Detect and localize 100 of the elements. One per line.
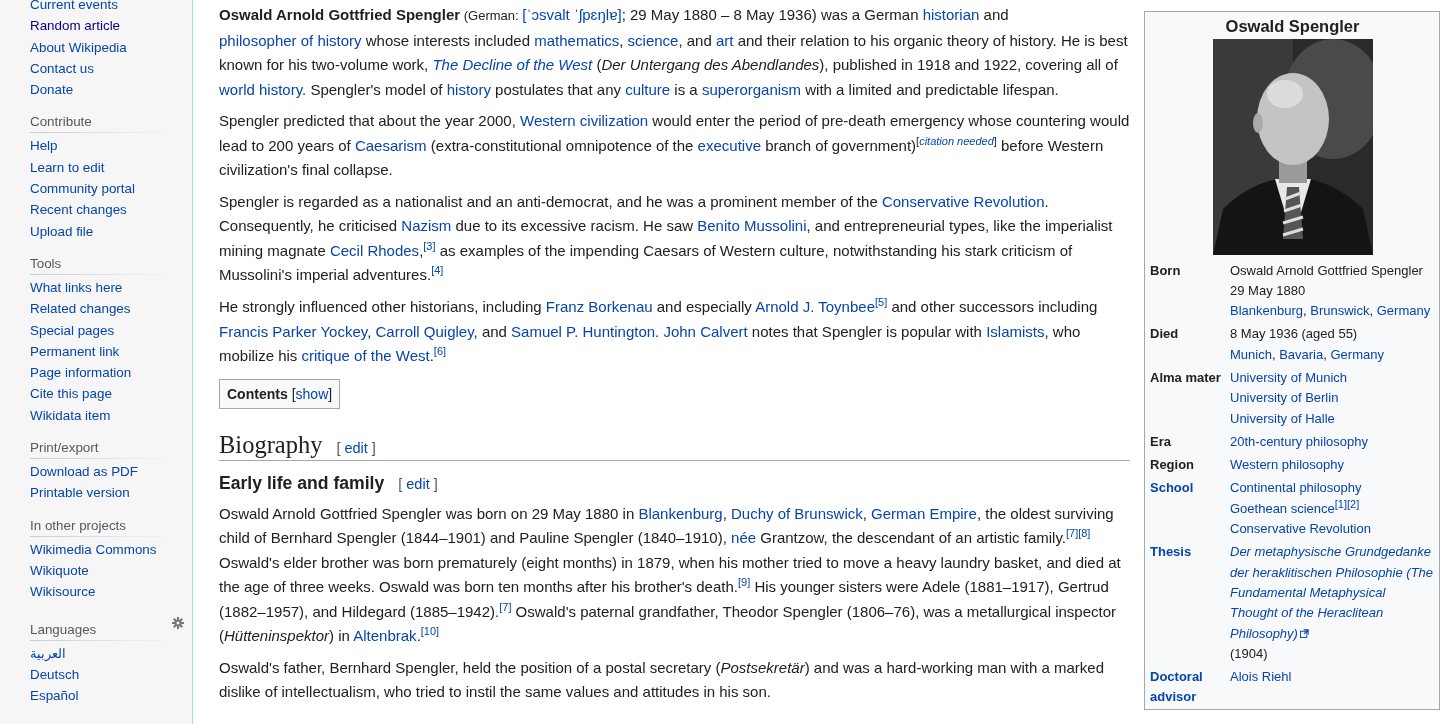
bracket-text: ]: [371, 439, 376, 456]
link[interactable]: née: [731, 529, 757, 547]
paragraph-text: Spengler is regarded as a nationalist and an anti-democrat, and he was a prominent member of the Conservative Revolution. Consequently, he criticised Nazism due to its excessive racism. He saw Benito Mussolini, and entrepreneurial types, like the imperialist mining magnate Cecil Rhodes,$^{[3]}$ as examples of the impending Caesars of Western culture, notwithstanding his stark criticism of Mussolini's imperial adventures.$^{[4]}$: [219, 191, 1114, 286]
sidebar-link[interactable]: Wikidata item: [30, 404, 174, 427]
sidebar-link[interactable]: Español: [30, 685, 174, 707]
settings-icon[interactable]: [172, 616, 184, 629]
sidebar-heading: Tools: [30, 255, 62, 271]
link[interactable]: Western civilization: [520, 112, 649, 130]
link[interactable]: Germany: [1376, 303, 1431, 319]
sidebar-link[interactable]: Wikiquote: [30, 559, 174, 582]
sidebar-link[interactable]: Current events: [30, 0, 174, 16]
infobox-value: 8 May 1936 (aged 55): [1230, 325, 1359, 344]
sidebar-link[interactable]: Contact us: [30, 57, 174, 80]
citation-link[interactable]: [4]: [431, 264, 444, 277]
sidebar-link[interactable]: العربية: [30, 642, 174, 664]
citation-link[interactable]: [6]: [433, 345, 447, 358]
sidebar-link[interactable]: Help: [30, 135, 174, 157]
link[interactable]: University of Halle: [1230, 410, 1335, 426]
sidebar-link[interactable]: Printable version: [30, 482, 174, 504]
link[interactable]: Germany: [1330, 346, 1384, 362]
link[interactable]: Arnold J. Toynbee: [755, 298, 875, 316]
external-link[interactable]: Der metaphysische Grundgedanke der heraklitischen Philosophie (The Fundamental Metaphysical Thought of the Heraclitean Philosophy): [1230, 542, 1435, 644]
subsection-heading: Early life and family: [219, 472, 385, 494]
infobox-label: Born: [1150, 261, 1182, 280]
link[interactable]: Samuel P. Huntington: [511, 322, 656, 340]
link[interactable]: Alois Riehl: [1230, 669, 1292, 685]
link[interactable]: University of Berlin: [1230, 390, 1339, 406]
link[interactable]: Conservative Revolution: [1230, 521, 1371, 537]
link[interactable]: Western philosophy: [1230, 457, 1344, 473]
citation-link[interactable]: [9]: [738, 576, 751, 589]
infobox-label-link[interactable]: Thesis: [1150, 542, 1230, 665]
link[interactable]: critique of the West: [301, 347, 430, 365]
link[interactable]: German Empire: [871, 504, 977, 522]
sidebar-link[interactable]: Community portal: [30, 178, 174, 200]
link[interactable]: art: [715, 31, 734, 49]
citation-link[interactable]: [2]: [1347, 497, 1360, 510]
link[interactable]: Blankenburg: [638, 504, 723, 522]
sidebar-link[interactable]: Page information: [30, 362, 174, 384]
sidebar-link[interactable]: Download as PDF: [30, 461, 174, 483]
infobox-label: Died: [1150, 325, 1180, 344]
infobox-label-link[interactable]: Doctoral advisor: [1150, 667, 1230, 708]
bracket-text: [: [336, 439, 341, 456]
sidebar-link[interactable]: Wikisource: [30, 581, 174, 603]
link[interactable]: Benito Mussolini: [697, 217, 807, 235]
edit-link[interactable]: edit: [344, 439, 368, 456]
citation-link[interactable]: [8]: [1078, 527, 1091, 540]
sidebar-link[interactable]: Upload file: [30, 220, 174, 242]
citation-link[interactable]: [5]: [875, 296, 888, 309]
link[interactable]: John Calvert: [663, 322, 748, 340]
contents-title: Contents: [227, 385, 288, 402]
sidebar-link[interactable]: About Wikipedia: [30, 36, 174, 58]
link[interactable]: Nazism: [401, 217, 452, 235]
link[interactable]: Franz Borkenau: [545, 298, 653, 316]
link[interactable]: [ˈɔsvalt ˈʃpɛŋlɐ]: [522, 6, 622, 23]
sidebar-link[interactable]: Learn to edit: [30, 156, 174, 179]
infobox-label-link[interactable]: School: [1150, 478, 1230, 540]
link[interactable]: Conservative Revolution: [881, 192, 1045, 210]
citation-link[interactable]: [10]: [420, 625, 440, 638]
link[interactable]: 20th-century philosophy: [1230, 433, 1369, 449]
citation-link[interactable]: [7]: [1065, 527, 1079, 540]
link[interactable]: Carroll Quigley: [375, 322, 474, 340]
infobox-value: Oswald Arnold Gottfried Spengler: [1230, 261, 1424, 280]
sidebar-link[interactable]: Donate: [30, 79, 174, 101]
sidebar-link[interactable]: Permanent link: [30, 340, 174, 363]
infobox-value: Blankenburg, Brunswick, Germany: [1230, 302, 1432, 321]
infobox-label: Alma mater: [1150, 369, 1222, 387]
link[interactable]: Goethean science: [1230, 500, 1335, 516]
citation-link[interactable]: [7]: [499, 600, 512, 613]
link[interactable]: Blankenburg: [1230, 303, 1303, 319]
sidebar-heading: Languages: [30, 621, 97, 637]
link[interactable]: Duchy of Brunswick: [731, 504, 863, 522]
link[interactable]: Islamists: [986, 322, 1045, 340]
citation-needed-link[interactable]: citation needed: [919, 134, 994, 147]
sidebar-heading: In other projects: [30, 517, 127, 533]
link[interactable]: Altenbrak: [353, 627, 417, 645]
link[interactable]: University of Munich: [1230, 370, 1348, 385]
sidebar-link[interactable]: What links here: [30, 276, 174, 299]
sidebar-link[interactable]: Cite this page: [30, 383, 174, 405]
paragraph-text: Oswald Arnold Gottfried Spengler (German: [ˈɔsvalt ˈʃpɛŋlɐ]; 29 May 1880 – 8 May 1936) was a German historian and philosopher of history whose interests included mathematics, science, and art and their relation to his organic theory of history. He is best known for his two-volume work, The Decline of the West (Der Untergang des Abendlandes), published in 1918 and 1922, covering all of world history. Spengler's model of history postulates that any culture is a superorganism with a limited and predictable lifespan.: [219, 5, 1129, 100]
link[interactable]: history: [446, 80, 491, 98]
link[interactable]: culture: [625, 80, 671, 98]
sidebar-link[interactable]: Related changes: [30, 298, 174, 320]
citation-link[interactable]: [1]: [1334, 497, 1348, 510]
link[interactable]: historian: [922, 6, 980, 23]
link[interactable]: Continental philosophy: [1230, 480, 1362, 496]
link[interactable]: executive: [697, 136, 761, 154]
citation-link[interactable]: [3]: [423, 239, 436, 252]
link[interactable]: Munich: [1230, 346, 1272, 362]
link[interactable]: philosopher of history: [219, 31, 362, 49]
edit-link[interactable]: edit: [406, 475, 430, 492]
link[interactable]: science: [627, 31, 679, 49]
sidebar-link[interactable]: Recent changes: [30, 199, 174, 221]
sidebar-link[interactable]: Special pages: [30, 319, 174, 341]
infobox-label: Era: [1150, 432, 1172, 451]
sidebar-link[interactable]: Random article: [30, 15, 174, 37]
link[interactable]: superorganism: [701, 80, 802, 98]
sidebar-link[interactable]: Wikimedia Commons: [30, 538, 174, 560]
link[interactable]: Caesarism: [354, 136, 427, 154]
sidebar-link[interactable]: Deutsch: [30, 663, 174, 686]
link[interactable]: The Decline of the West: [432, 56, 593, 73]
